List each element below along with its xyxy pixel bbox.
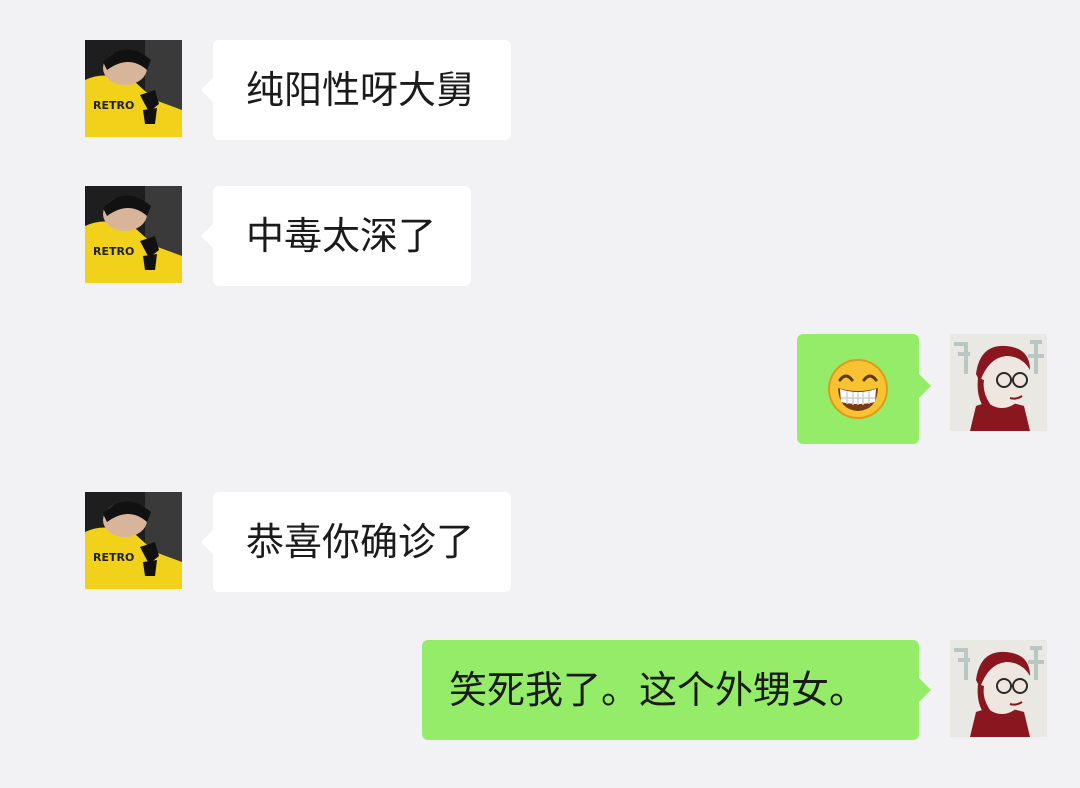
- avatar-self-image: [950, 334, 1047, 431]
- avatar-contact-image: RETRO: [85, 186, 182, 283]
- bubble-tail: [201, 224, 213, 248]
- bubble-tail: [919, 678, 931, 702]
- avatar-contact-image: RETRO: [85, 40, 182, 137]
- message-bubble[interactable]: 纯阳性呀大舅: [201, 40, 511, 140]
- message-bubble[interactable]: 笑死我了。这个外甥女。: [422, 640, 931, 740]
- avatar-shirt-text: RETRO: [93, 245, 134, 258]
- bubble-tail: [919, 374, 931, 398]
- avatar-shirt-text: RETRO: [93, 99, 134, 112]
- message-text: 中毒太深了: [246, 214, 437, 258]
- bubble-tail: [201, 78, 213, 102]
- avatar-self[interactable]: [950, 640, 1047, 737]
- message-text: 纯阳性呀大舅: [246, 68, 475, 112]
- message-bubble[interactable]: 中毒太深了: [201, 186, 471, 286]
- message-bubble[interactable]: 恭喜你确诊了: [201, 492, 511, 592]
- avatar-self-image: [950, 640, 1047, 737]
- message-bubble[interactable]: [797, 334, 931, 444]
- avatar-contact[interactable]: RETRO: [85, 186, 182, 283]
- avatar-contact[interactable]: RETRO: [85, 40, 182, 137]
- grinning-face-emoji-icon: [827, 358, 889, 420]
- message-text: 恭喜你确诊了: [246, 520, 475, 564]
- avatar-self[interactable]: [950, 334, 1047, 431]
- avatar-contact-image: RETRO: [85, 492, 182, 589]
- avatar-contact[interactable]: RETRO: [85, 492, 182, 589]
- bubble-tail: [201, 530, 213, 554]
- avatar-shirt-text: RETRO: [93, 551, 134, 564]
- message-text: 笑死我了。这个外甥女。: [449, 668, 868, 712]
